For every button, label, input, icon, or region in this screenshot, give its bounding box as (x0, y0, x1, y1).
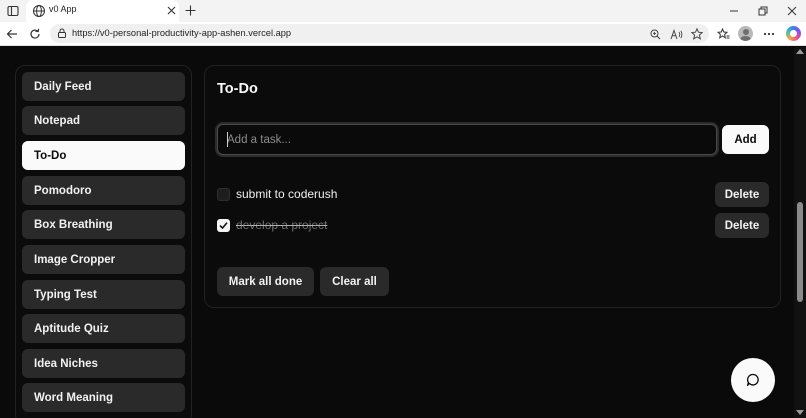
close-tab-icon[interactable] (165, 4, 177, 16)
page-scrollbar[interactable] (794, 47, 806, 418)
close-window-icon[interactable] (784, 3, 800, 19)
sidebar-item-daily-feed[interactable]: Daily Feed (22, 72, 185, 101)
back-arrow-icon[interactable] (4, 26, 20, 42)
reload-icon[interactable] (27, 26, 43, 42)
sidebar-item-idea-niches[interactable]: Idea Niches (22, 349, 185, 378)
task-text: submit to coderush (236, 187, 338, 201)
read-aloud-icon[interactable] (669, 27, 683, 41)
todo-item: develop a project Delete (217, 213, 769, 238)
page-title: To-Do (217, 81, 258, 97)
delete-task-button[interactable]: Delete (715, 213, 769, 238)
sidebar-item-word-meaning[interactable]: Word Meaning (22, 383, 185, 412)
tab-title: v0 App (49, 4, 77, 14)
favorites-icon[interactable] (715, 26, 731, 42)
task-checkbox[interactable] (217, 188, 230, 201)
tab-actions-icon[interactable] (5, 3, 21, 19)
restore-icon[interactable] (755, 3, 771, 19)
globe-icon (32, 4, 46, 18)
scroll-down-arrow-icon[interactable] (796, 410, 804, 415)
sidebar-item-typing-test[interactable]: Typing Test (22, 280, 185, 309)
browser-tab-bar: v0 App (0, 0, 806, 22)
task-input[interactable] (217, 124, 717, 155)
checkmark-icon (219, 222, 228, 230)
minimize-icon[interactable] (726, 3, 742, 19)
sidebar-item-to-do[interactable]: To-Do (22, 141, 185, 170)
todo-card: To-Do Add submit to coderush Delete deve… (204, 65, 781, 308)
browser-tab[interactable]: v0 App (26, 0, 179, 22)
zoom-icon[interactable] (648, 27, 662, 41)
todo-item: submit to coderush Delete (217, 182, 769, 207)
sidebar-item-notepad[interactable]: Notepad (22, 106, 185, 135)
mark-all-done-button[interactable]: Mark all done (217, 267, 314, 296)
sidebar-nav: Daily Feed Notepad To-Do Pomodoro Box Br… (15, 65, 192, 418)
delete-task-button[interactable]: Delete (715, 182, 769, 207)
more-options-icon[interactable] (761, 26, 777, 42)
scroll-up-arrow-icon[interactable] (796, 49, 804, 54)
copilot-icon[interactable] (786, 26, 801, 41)
sidebar-item-pomodoro[interactable]: Pomodoro (22, 176, 185, 205)
text-cursor (227, 132, 228, 147)
new-tab-icon[interactable] (183, 3, 198, 18)
site-info-icon[interactable] (56, 27, 68, 39)
browser-address-bar: https://v0-personal-productivity-app-ash… (0, 22, 806, 46)
task-text: develop a project (236, 218, 328, 232)
task-checkbox[interactable] (217, 219, 230, 232)
chat-button[interactable] (731, 358, 775, 402)
profile-avatar[interactable] (738, 26, 753, 41)
favorite-star-icon[interactable] (690, 27, 704, 41)
sidebar-item-aptitude-quiz[interactable]: Aptitude Quiz (22, 314, 185, 343)
url-bar[interactable]: https://v0-personal-productivity-app-ash… (50, 24, 709, 43)
url-text: https://v0-personal-productivity-app-ash… (72, 28, 292, 38)
add-task-button[interactable]: Add (722, 125, 769, 154)
scrollbar-thumb[interactable] (797, 202, 803, 302)
sidebar-item-box-breathing[interactable]: Box Breathing (22, 210, 185, 239)
sidebar-item-image-cropper[interactable]: Image Cropper (22, 245, 185, 274)
chat-bubble-icon (746, 373, 759, 387)
clear-all-button[interactable]: Clear all (320, 267, 389, 296)
